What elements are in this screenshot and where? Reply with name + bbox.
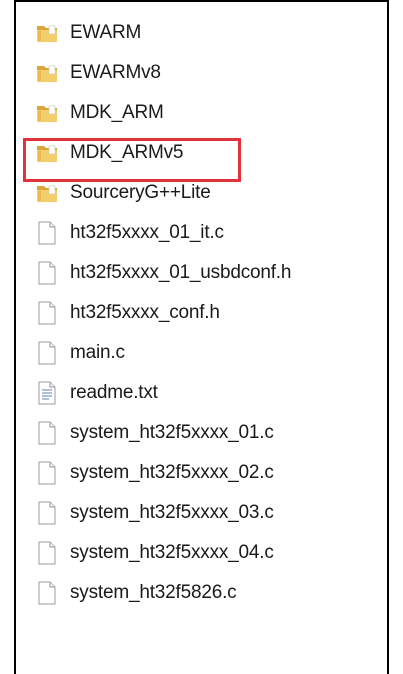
list-item-system-04-c[interactable]: system_ht32f5xxxx_04.c bbox=[30, 533, 382, 573]
item-name: SourceryG++Lite bbox=[70, 182, 211, 203]
list-item-conf-h[interactable]: ht32f5xxxx_conf.h bbox=[30, 293, 382, 333]
item-name: system_ht32f5xxxx_04.c bbox=[70, 542, 274, 563]
item-name: ht32f5xxxx_01_it.c bbox=[70, 222, 224, 243]
list-item-mdk-armv5[interactable]: MDK_ARMv5 bbox=[30, 133, 382, 173]
item-name: EWARM bbox=[70, 22, 142, 43]
list-item-system-01-c[interactable]: system_ht32f5xxxx_01.c bbox=[30, 413, 382, 453]
window-border-left bbox=[14, 0, 16, 674]
file-icon bbox=[34, 420, 60, 446]
text-file-icon bbox=[34, 380, 60, 406]
item-name: system_ht32f5xxxx_01.c bbox=[70, 422, 274, 443]
list-item-mdk-arm[interactable]: MDK_ARM bbox=[30, 93, 382, 133]
file-icon bbox=[34, 340, 60, 366]
item-name: system_ht32f5xxxx_03.c bbox=[70, 502, 274, 523]
item-name: system_ht32f5826.c bbox=[70, 582, 237, 603]
file-icon bbox=[34, 300, 60, 326]
folder-icon bbox=[34, 60, 60, 86]
list-item-system-5826-c[interactable]: system_ht32f5826.c bbox=[30, 573, 382, 613]
window-border-top bbox=[14, 0, 389, 2]
list-item-usbdconf-h[interactable]: ht32f5xxxx_01_usbdconf.h bbox=[30, 253, 382, 293]
file-icon bbox=[34, 580, 60, 606]
list-item-readme-txt[interactable]: readme.txt bbox=[30, 373, 382, 413]
list-item-sourceryg-lite[interactable]: SourceryG++Lite bbox=[30, 173, 382, 213]
list-item-system-03-c[interactable]: system_ht32f5xxxx_03.c bbox=[30, 493, 382, 533]
file-icon bbox=[34, 460, 60, 486]
list-item-it-c[interactable]: ht32f5xxxx_01_it.c bbox=[30, 213, 382, 253]
list-item-system-02-c[interactable]: system_ht32f5xxxx_02.c bbox=[30, 453, 382, 493]
file-list: EWARM EWARMv8 MDK_ARM MDK_ARMv5 Sourcery… bbox=[30, 13, 382, 613]
item-name: system_ht32f5xxxx_02.c bbox=[70, 462, 274, 483]
folder-icon bbox=[34, 180, 60, 206]
file-list-window: EWARM EWARMv8 MDK_ARM MDK_ARMv5 Sourcery… bbox=[0, 0, 403, 674]
file-icon bbox=[34, 260, 60, 286]
file-icon bbox=[34, 220, 60, 246]
folder-icon bbox=[34, 20, 60, 46]
window-border-right bbox=[387, 0, 389, 674]
list-item-ewarmv8[interactable]: EWARMv8 bbox=[30, 53, 382, 93]
folder-icon bbox=[34, 100, 60, 126]
item-name: EWARMv8 bbox=[70, 62, 161, 83]
item-name: MDK_ARMv5 bbox=[70, 142, 184, 163]
file-icon bbox=[34, 540, 60, 566]
item-name: MDK_ARM bbox=[70, 102, 164, 123]
item-name: ht32f5xxxx_01_usbdconf.h bbox=[70, 262, 292, 283]
list-item-ewarm[interactable]: EWARM bbox=[30, 13, 382, 53]
item-name: readme.txt bbox=[70, 382, 158, 403]
file-icon bbox=[34, 500, 60, 526]
item-name: main.c bbox=[70, 342, 125, 363]
list-item-main-c[interactable]: main.c bbox=[30, 333, 382, 373]
item-name: ht32f5xxxx_conf.h bbox=[70, 302, 220, 323]
folder-icon bbox=[34, 140, 60, 166]
